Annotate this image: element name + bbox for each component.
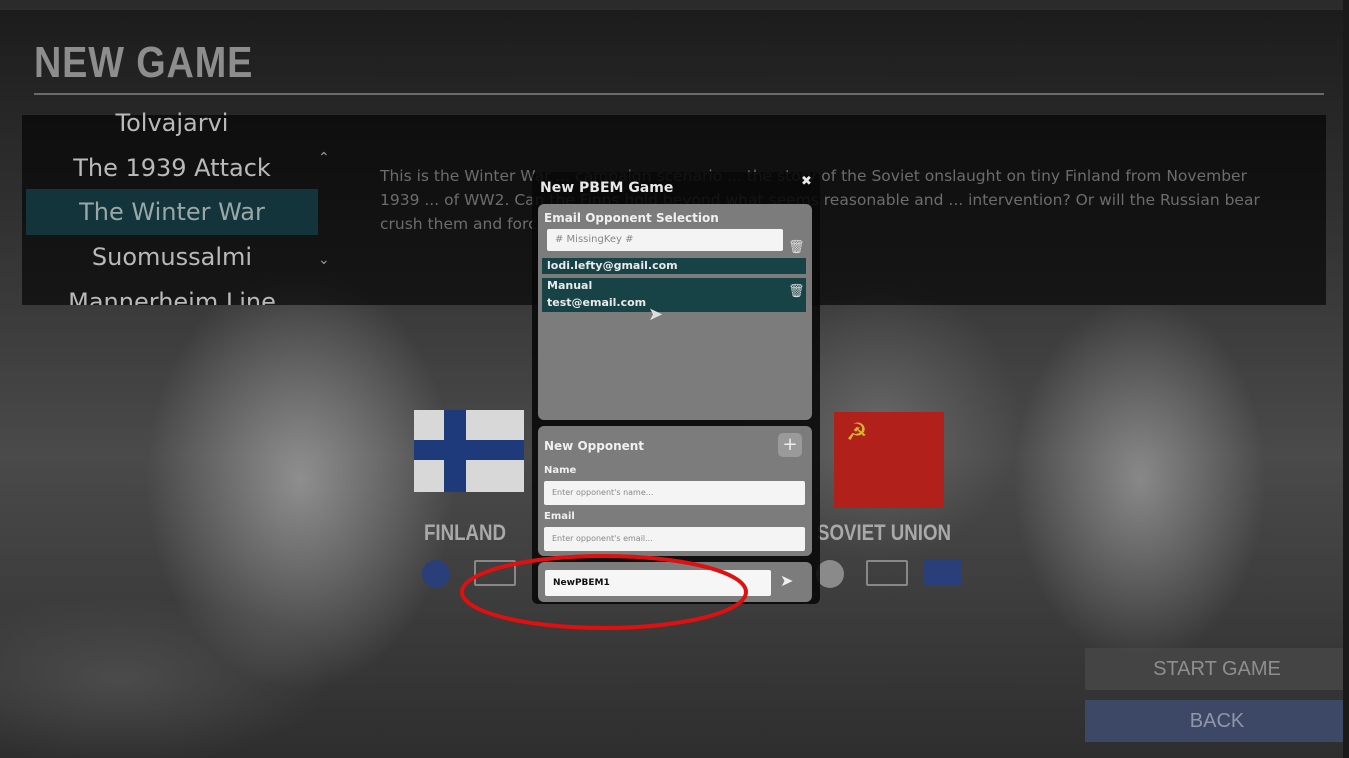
highlight-ring	[460, 554, 748, 630]
window-right-edge	[1343, 0, 1349, 758]
